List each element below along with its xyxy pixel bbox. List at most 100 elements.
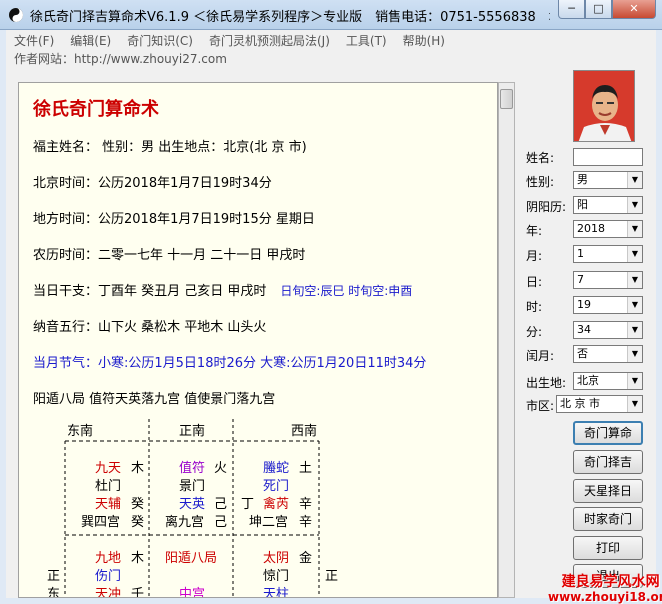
p9-god-wx: 火 xyxy=(214,461,227,476)
district-label: 市区: xyxy=(526,399,555,413)
chevron-down-icon[interactable]: ▼ xyxy=(627,373,642,389)
p4-star-stem: 癸 xyxy=(131,497,144,512)
side-left2: 东 xyxy=(47,587,60,598)
print-button[interactable]: 打印 xyxy=(573,536,643,560)
birthplace-label: 出生地: xyxy=(526,376,567,390)
user-photo xyxy=(573,70,635,142)
dir-southwest: 西南 xyxy=(291,423,317,439)
menu-qimen-knowledge[interactable]: 奇门知识(C) xyxy=(119,32,201,49)
chevron-down-icon[interactable]: ▼ xyxy=(627,272,642,288)
qimen-chart: 东南 正南 西南 九天 木 杜门 天辅 癸 巽四宫 癸 值符 火 景门 天英 己… xyxy=(47,419,338,598)
dir-south: 正南 xyxy=(179,423,205,439)
leap-month-value: 否 xyxy=(577,347,588,360)
calendar-type-select[interactable]: 阳 ▼ xyxy=(573,196,643,214)
menu-edit[interactable]: 编辑(E) xyxy=(62,32,119,49)
watermark: 建良易学风水网 www.zhouyi18.org xyxy=(548,574,662,604)
p7-god-wx: 金 xyxy=(299,550,312,566)
close-button[interactable]: ✕ xyxy=(612,0,656,19)
name-label: 姓名: xyxy=(526,151,555,165)
p4-door: 杜门 xyxy=(95,479,121,494)
minimize-button[interactable]: ─ xyxy=(558,0,585,19)
p2-name-stem: 辛 xyxy=(299,515,312,530)
p2-door: 死门 xyxy=(263,479,289,494)
chevron-down-icon[interactable]: ▼ xyxy=(627,297,642,313)
p2-god: 螣蛇 xyxy=(263,461,289,476)
p3-god: 九地 xyxy=(95,551,121,566)
star-date-button[interactable]: 天星择日 xyxy=(573,479,643,503)
chevron-down-icon[interactable]: ▼ xyxy=(627,322,642,338)
month-label: 月: xyxy=(526,249,543,263)
author-website: 作者网站：http://www.zhouyi27.com xyxy=(6,50,656,68)
p4-name-stem: 癸 xyxy=(131,515,144,530)
p4-star: 天辅 xyxy=(95,497,121,512)
minute-select[interactable]: 34 ▼ xyxy=(573,321,643,339)
day-select[interactable]: 7 ▼ xyxy=(573,271,643,289)
p7-door: 惊门 xyxy=(263,569,289,584)
day-label: 日: xyxy=(526,275,543,289)
p5-label: 阳遁八局 xyxy=(165,551,217,566)
menu-tools[interactable]: 工具(T) xyxy=(338,32,395,49)
qimen-auspicious-button[interactable]: 奇门择吉 xyxy=(573,450,643,474)
name-input[interactable] xyxy=(573,148,643,166)
p3-god-wx: 木 xyxy=(131,551,144,566)
calendar-type-label: 阴阳历: xyxy=(526,200,567,214)
watermark-line1: 建良易学风水网 xyxy=(561,574,660,590)
p2-star: 禽芮 xyxy=(263,496,289,512)
menu-file[interactable]: 文件(F) xyxy=(6,32,62,49)
window-title: 徐氏奇门择吉算命术V6.1.9 ＜徐氏易学系列程序＞专业版 销售电话：0751-… xyxy=(30,10,550,25)
month-select[interactable]: 1 ▼ xyxy=(573,245,643,263)
maximize-button[interactable]: □ xyxy=(585,0,612,19)
side-left: 正 xyxy=(47,569,60,584)
leap-month-select[interactable]: 否 ▼ xyxy=(573,345,643,363)
menu-help[interactable]: 帮助(H) xyxy=(395,32,453,49)
p2-god-wx: 土 xyxy=(299,461,312,476)
year-select[interactable]: 2018 ▼ xyxy=(573,220,643,238)
chevron-down-icon[interactable]: ▼ xyxy=(627,197,642,213)
gender-select[interactable]: 男 ▼ xyxy=(573,171,643,189)
leap-month-label: 闰月: xyxy=(526,349,555,363)
p2-name: 坤二宫 xyxy=(249,515,288,530)
qimen-fortune-button[interactable]: 奇门算命 xyxy=(573,421,643,445)
p7-star: 天柱 xyxy=(263,587,289,598)
dir-southeast: 东南 xyxy=(67,423,93,439)
vertical-scrollbar[interactable] xyxy=(498,82,515,598)
scrollbar-thumb[interactable] xyxy=(500,89,513,109)
year-value: 2018 xyxy=(577,222,605,235)
p3-star-stem: 壬 xyxy=(131,587,144,598)
hour-select[interactable]: 19 ▼ xyxy=(573,296,643,314)
p9-god: 值符 xyxy=(179,460,205,476)
chevron-down-icon[interactable]: ▼ xyxy=(627,396,642,412)
hour-value: 19 xyxy=(577,298,591,311)
gender-value: 男 xyxy=(577,173,588,186)
p3-door: 伤门 xyxy=(95,569,121,584)
minute-label: 分: xyxy=(526,325,543,339)
chevron-down-icon[interactable]: ▼ xyxy=(627,346,642,362)
chevron-down-icon[interactable]: ▼ xyxy=(627,221,642,237)
chevron-down-icon[interactable]: ▼ xyxy=(627,246,642,262)
menu-qimen-prediction[interactable]: 奇门灵机预测起局法(J) xyxy=(201,32,338,49)
gender-label: 性别: xyxy=(526,175,555,189)
p9-door: 景门 xyxy=(179,479,205,494)
watermark-line2: www.zhouyi18.org xyxy=(548,590,662,604)
chevron-down-icon[interactable]: ▼ xyxy=(627,172,642,188)
hour-qimen-button[interactable]: 时家奇门 xyxy=(573,507,643,531)
title-bar: 徐氏奇门择吉算命术V6.1.9 ＜徐氏易学系列程序＞专业版 销售电话：0751-… xyxy=(0,0,662,30)
year-label: 年: xyxy=(526,224,543,238)
p9-name: 离九宫 xyxy=(165,514,204,530)
p3-star: 天冲 xyxy=(95,587,121,598)
p9-star: 天英 xyxy=(179,497,205,512)
calendar-type-value: 阳 xyxy=(577,198,588,211)
district-select[interactable]: 北 京 市 ▼ xyxy=(556,395,643,413)
birthplace-value: 北京 xyxy=(577,374,599,387)
p2-star-stem: 辛 xyxy=(299,497,312,512)
p5-sub: 中宫 xyxy=(179,587,205,598)
portrait-image xyxy=(574,71,634,141)
p4-god: 九天 xyxy=(95,461,121,476)
district-value: 北 京 市 xyxy=(560,397,600,410)
p9-name-stem: 己 xyxy=(214,515,227,530)
p4-god-wx: 木 xyxy=(131,461,144,476)
p4-name: 巽四宫 xyxy=(81,515,120,530)
day-value: 7 xyxy=(577,273,584,286)
side-right: 正 xyxy=(325,569,338,584)
birthplace-select[interactable]: 北京 ▼ xyxy=(573,372,643,390)
